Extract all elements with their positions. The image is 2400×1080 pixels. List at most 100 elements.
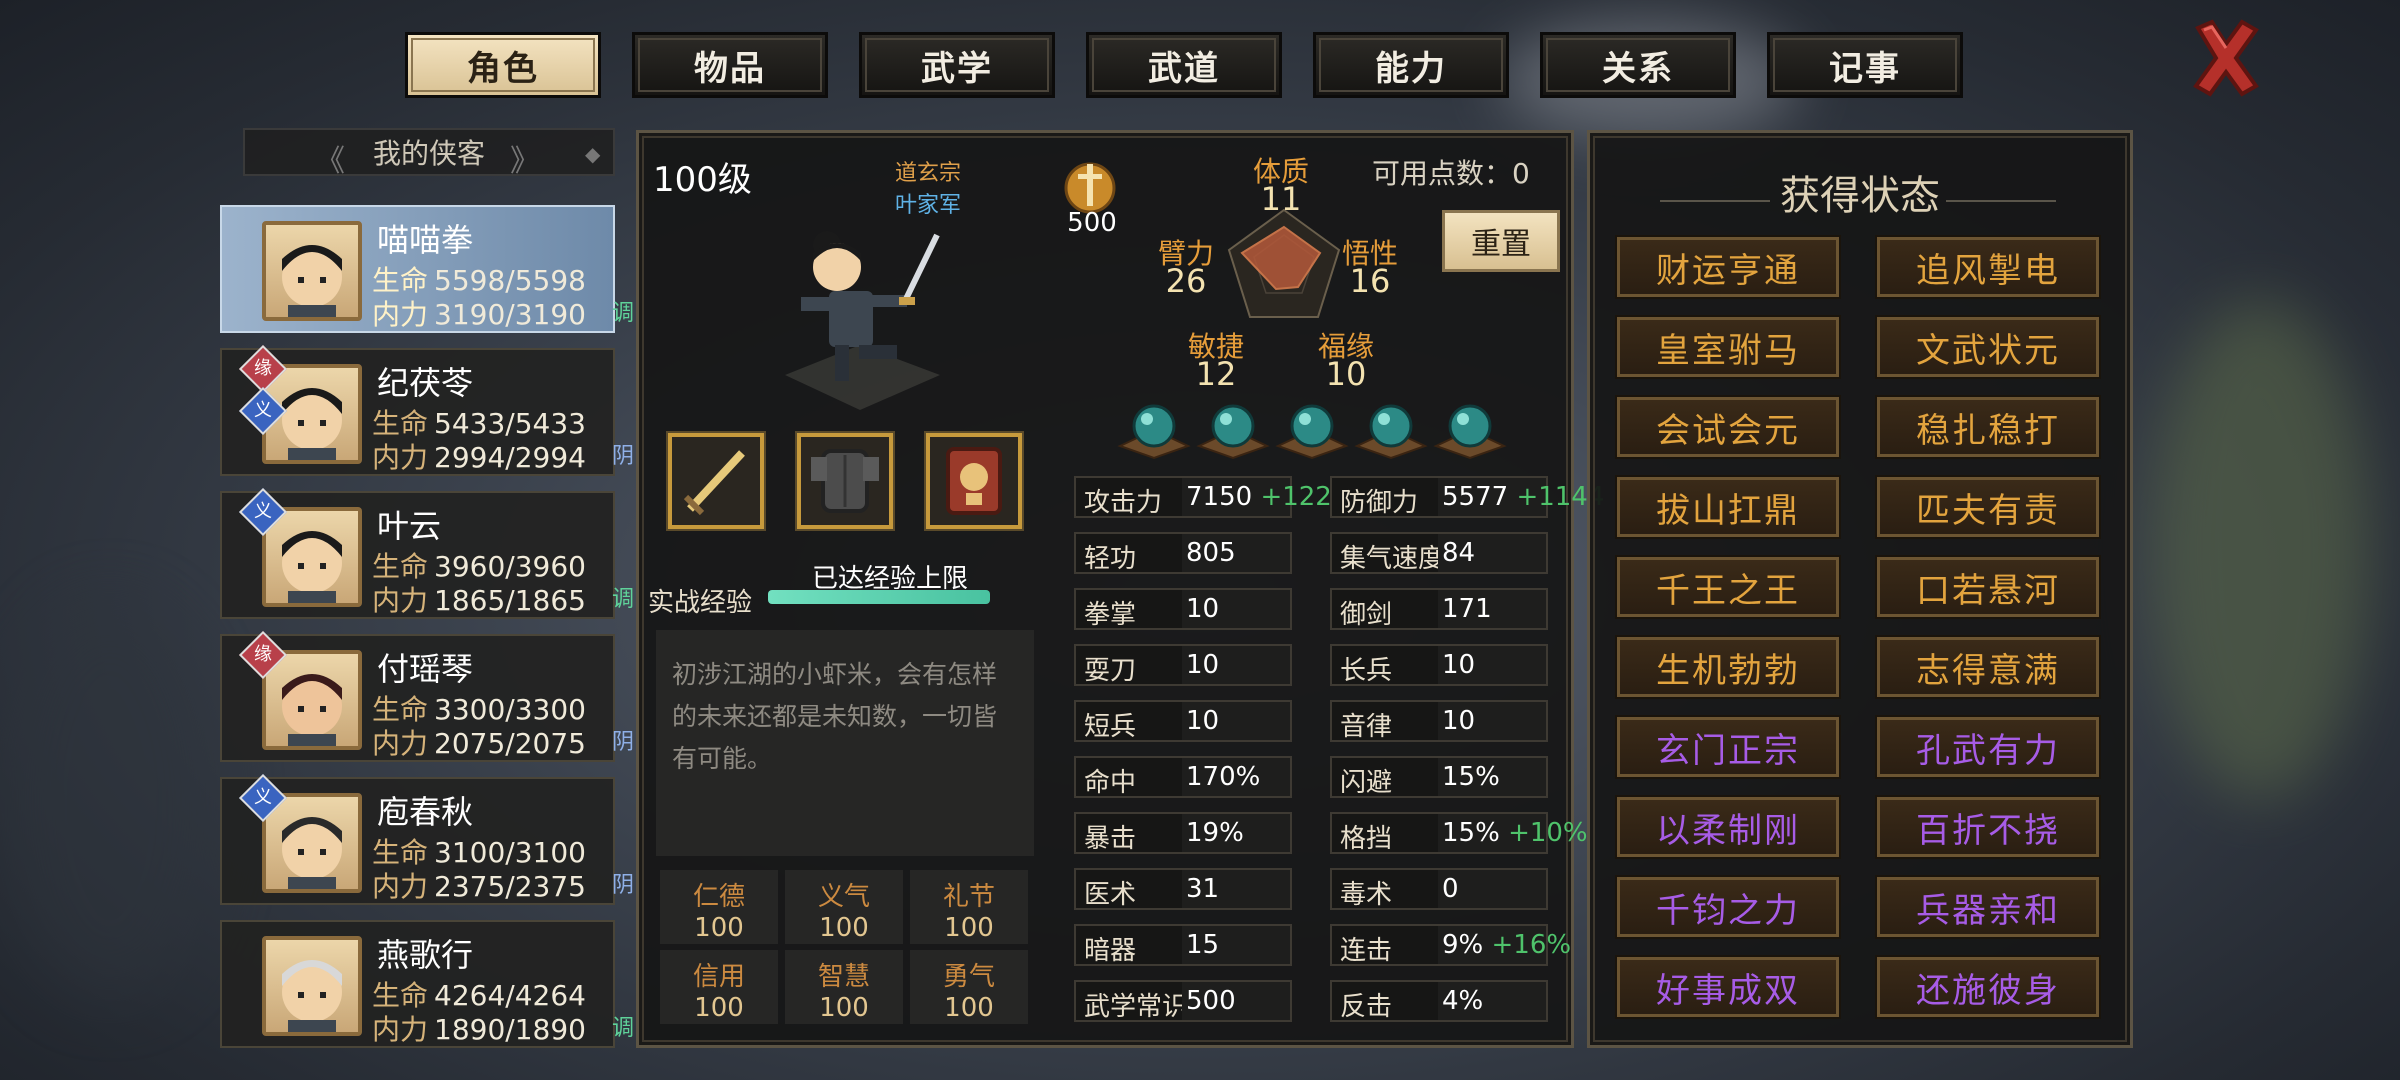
stat-value: 84 — [1442, 538, 1476, 568]
status-badge[interactable]: 会试会元 — [1615, 395, 1841, 459]
tab-2[interactable]: 武学 — [859, 32, 1055, 98]
attr-fuyuan-value: 10 — [1325, 355, 1367, 393]
character-card[interactable]: 燕歌行 生命 4264/4264 内力 1890/1890 调 — [220, 920, 634, 1048]
status-badge[interactable]: 百折不挠 — [1875, 795, 2101, 859]
character-card[interactable]: 叶云 生命 3960/3960 内力 1865/1865 调义 — [220, 487, 634, 619]
stat-name: 连击 — [1340, 936, 1393, 966]
stat-name: 暗器 — [1084, 936, 1137, 966]
mp-line: 内力 1890/1890 — [372, 1008, 586, 1048]
attr-bili-value: 26 — [1165, 262, 1207, 300]
status-badge[interactable]: 生机勃勃 — [1615, 635, 1841, 699]
stat-value-box: 500 — [1182, 982, 1290, 1020]
orb-icon[interactable] — [1274, 400, 1350, 460]
stat-name: 医术 — [1084, 880, 1137, 910]
stat-value-box: 84 — [1438, 534, 1546, 572]
stat-value-box: 15 — [1182, 926, 1290, 964]
stat-name: 拳掌 — [1084, 600, 1137, 630]
stat-value-box: 10 — [1438, 646, 1546, 684]
status-badge[interactable]: 兵器亲和 — [1875, 875, 2101, 939]
exp-label: 实战经验 — [648, 588, 753, 618]
mp-line: 内力 1865/1865 — [372, 579, 586, 619]
status-badge[interactable]: 好事成双 — [1615, 955, 1841, 1019]
armor-slot[interactable] — [795, 431, 895, 531]
stat-value: 500 — [1186, 986, 1236, 1016]
accessory-slot[interactable] — [924, 431, 1024, 531]
attr-minjie-value: 12 — [1195, 355, 1237, 393]
status-badge[interactable]: 玄门正宗 — [1615, 715, 1841, 779]
stat-name: 音律 — [1340, 712, 1393, 742]
reset-button[interactable]: 重置 — [1442, 210, 1560, 272]
orb-icon[interactable] — [1432, 400, 1508, 460]
status-badge[interactable]: 以柔制刚 — [1615, 795, 1841, 859]
stat-name: 短兵 — [1084, 712, 1137, 742]
mp-value: 2994/2994 — [434, 441, 586, 474]
status-badge[interactable]: 千钧之力 — [1615, 875, 1841, 939]
list-header[interactable]: 《 我的侠客 》 ◆ — [243, 128, 615, 179]
status-badge[interactable]: 财运亨通 — [1615, 235, 1841, 299]
trait-tag: 调 — [612, 1016, 635, 1041]
virtue-value: 100 — [819, 993, 869, 1023]
stat-row: 御剑 171 — [1330, 588, 1548, 630]
mp-line: 内力 2994/2994 — [372, 436, 586, 476]
stat-value: 31 — [1186, 874, 1220, 904]
stat-name: 耍刀 — [1084, 656, 1137, 686]
close-icon[interactable] — [2190, 18, 2262, 98]
tab-5[interactable]: 关系 — [1540, 32, 1736, 98]
orb-icon[interactable] — [1353, 400, 1429, 460]
character-card[interactable]: 付瑶琴 生命 3300/3300 内力 2075/2075 阴缘 — [220, 630, 634, 762]
mp-value: 3190/3190 — [434, 298, 586, 331]
status-badge[interactable]: 皇室驸马 — [1615, 315, 1841, 379]
avatar — [262, 936, 362, 1036]
virtue-value: 100 — [694, 913, 744, 943]
mp-line: 内力 3190/3190 — [372, 293, 586, 333]
tab-6[interactable]: 记事 — [1767, 32, 1963, 98]
stat-value: 171 — [1442, 594, 1492, 624]
orb-icon[interactable] — [1195, 400, 1271, 460]
status-badge[interactable]: 稳扎稳打 — [1875, 395, 2101, 459]
virtue-value: 100 — [944, 993, 994, 1023]
stat-value-box: 15% — [1438, 758, 1546, 796]
diamond-icon: ◆ — [585, 142, 601, 166]
list-header-label: 我的侠客 — [372, 137, 485, 170]
status-badge[interactable]: 千王之王 — [1615, 555, 1841, 619]
chevron-left-icon[interactable]: 《 — [315, 136, 345, 180]
stat-name: 轻功 — [1084, 544, 1137, 574]
character-name: 付瑶琴 — [377, 650, 474, 688]
status-badge[interactable]: 孔武有力 — [1875, 715, 2101, 779]
tab-3[interactable]: 武道 — [1086, 32, 1282, 98]
attr-tizhi-value: 11 — [1260, 180, 1302, 218]
tab-4[interactable]: 能力 — [1313, 32, 1509, 98]
stat-row: 防御力 5577 +1144 — [1330, 476, 1604, 518]
status-badge[interactable]: 拔山扛鼎 — [1615, 475, 1841, 539]
stat-row: 毒术 0 — [1330, 868, 1548, 910]
tab-0[interactable]: 角色 — [405, 32, 601, 98]
character-card[interactable]: 庖春秋 生命 3100/3100 内力 2375/2375 阴义 — [220, 773, 634, 905]
virtue-name: 礼节 — [942, 882, 995, 912]
badge-label: 义 — [254, 787, 272, 808]
stat-value-box: 805 — [1182, 534, 1290, 572]
character-name: 庖春秋 — [377, 793, 474, 831]
status-badge[interactable]: 文武状元 — [1875, 315, 2101, 379]
character-card[interactable]: 喵喵拳 生命 5598/5598 内力 3190/3190 调 — [220, 205, 634, 333]
status-badge[interactable]: 志得意满 — [1875, 635, 2101, 699]
stat-row: 长兵 10 — [1330, 644, 1548, 686]
status-badge[interactable]: 匹夫有责 — [1875, 475, 2101, 539]
mp-line: 内力 2375/2375 — [372, 865, 586, 905]
status-badge[interactable]: 追风掣电 — [1875, 235, 2101, 299]
status-badge[interactable]: 口若悬河 — [1875, 555, 2101, 619]
tab-1[interactable]: 物品 — [632, 32, 828, 98]
available-points: 可用点数：0 — [1372, 157, 1530, 190]
stat-value: 10 — [1442, 650, 1476, 680]
virtue-name: 义气 — [817, 882, 870, 912]
mp-label: 内力 — [372, 1013, 429, 1046]
status-badge[interactable]: 还施彼身 — [1875, 955, 2101, 1019]
chevron-right-icon[interactable]: 》 — [510, 136, 540, 180]
orb-icon[interactable] — [1116, 400, 1192, 460]
accessory-equip-icon — [946, 447, 1002, 515]
character-card[interactable]: 纪茯苓 生命 5433/5433 内力 2994/2994 阴缘义 — [220, 344, 634, 476]
character-name: 叶云 — [377, 507, 442, 545]
mp-label: 内力 — [372, 441, 429, 474]
stat-row: 医术 31 — [1074, 868, 1292, 910]
virtue-name: 仁德 — [692, 882, 745, 912]
weapon-slot[interactable] — [666, 431, 766, 531]
